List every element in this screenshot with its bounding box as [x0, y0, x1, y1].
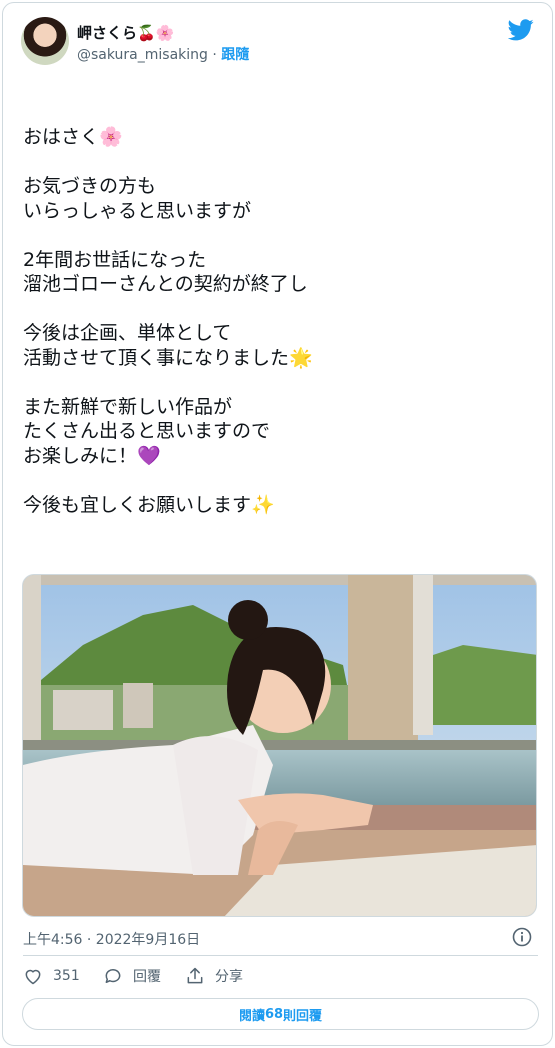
reply-bubble-icon [105, 969, 121, 983]
photo-image [23, 575, 536, 916]
share-label: 分享 [215, 969, 243, 985]
tweet-embed-card: 岬さくら🍒🌸 @sakura_misaking · 跟隨 おはさく🌸 お気づきの… [2, 2, 553, 1046]
info-icon[interactable] [512, 927, 532, 947]
share-button[interactable]: 分享 [185, 966, 243, 986]
reply-count: 68 [264, 1006, 284, 1022]
tweet-photo[interactable] [22, 574, 537, 917]
reply-button[interactable]: 回覆 [103, 966, 161, 986]
handle-row: @sakura_misaking · 跟隨 [77, 44, 249, 64]
share-upload-icon [187, 967, 203, 984]
like-count: 351 [53, 968, 80, 984]
tweet-text: おはさく🌸 お気づきの方も いらっしゃると思いますが 2年間お世話になった 溜池… [23, 126, 313, 516]
avatar[interactable] [21, 17, 69, 65]
read-replies-button[interactable]: 閱讀 68 則回覆 [22, 998, 539, 1030]
like-button[interactable]: 351 [23, 966, 80, 986]
heart-icon [25, 969, 41, 985]
follow-link[interactable]: 跟隨 [221, 47, 249, 63]
action-bar: 351 回覆 分享 [23, 966, 538, 988]
handle-separator: · [207, 47, 222, 63]
twitter-bird-icon[interactable] [508, 19, 534, 41]
divider [23, 955, 538, 956]
user-handle[interactable]: @sakura_misaking [77, 47, 208, 63]
read-replies-suffix: 則回覆 [283, 1008, 323, 1024]
display-name[interactable]: 岬さくら🍒🌸 [77, 22, 174, 43]
read-replies-prefix: 閱讀 [238, 1008, 265, 1024]
reply-label: 回覆 [133, 969, 161, 985]
tweet-timestamp[interactable]: 上午4:56 · 2022年9月16日 [23, 929, 200, 949]
